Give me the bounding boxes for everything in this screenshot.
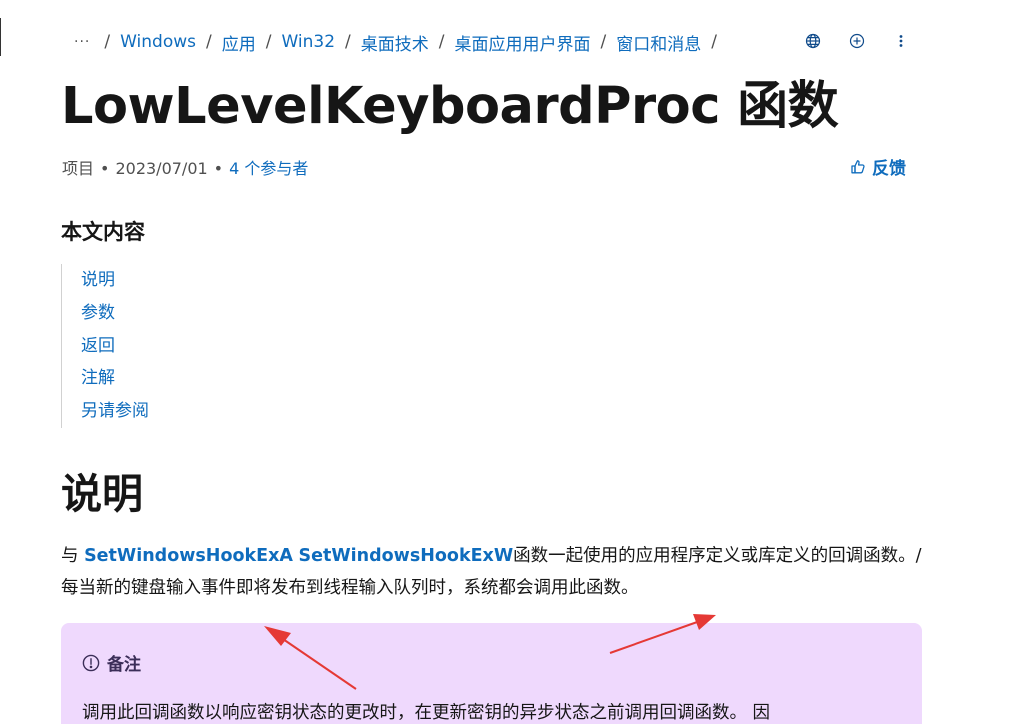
setwindowshookexw-link[interactable]: SetWindowsHookExW <box>299 546 514 566</box>
breadcrumb-item-windows-messages[interactable]: 窗口和消息 <box>616 30 701 55</box>
meta-bullet: • <box>213 159 224 178</box>
page-title: LowLevelKeyboardProc 函数 <box>61 77 839 136</box>
toc-link-see-also[interactable]: 另请参阅 <box>81 401 149 421</box>
toc-item: 参数 <box>81 297 149 330</box>
toc-link-description[interactable]: 说明 <box>81 270 115 290</box>
feedback-button[interactable]: 反馈 <box>850 154 906 179</box>
globe-icon[interactable] <box>802 30 824 52</box>
breadcrumb-separator: / <box>711 32 717 52</box>
note-title-label: 备注 <box>107 655 141 675</box>
top-actions <box>802 30 934 52</box>
article-metadata: 项目 • 2023/07/01 • 4 个参与者 <box>62 155 308 179</box>
desc-prefix: 与 <box>61 546 85 566</box>
toc-link-remarks[interactable]: 注解 <box>81 368 115 388</box>
breadcrumb-item-apps[interactable]: 应用 <box>222 30 256 55</box>
table-of-contents: 说明 参数 返回 注解 另请参阅 <box>61 264 149 428</box>
feedback-label: 反馈 <box>872 159 906 179</box>
breadcrumb-item-desktop-ui[interactable]: 桌面应用用户界面 <box>455 30 591 55</box>
window-edge <box>0 18 1 56</box>
thumbs-up-icon <box>851 159 865 173</box>
section-description: 与 SetWindowsHookExA SetWindowsHookExW函数一… <box>61 540 926 604</box>
breadcrumb-separator: / <box>438 32 445 52</box>
toc-item: 返回 <box>81 330 149 363</box>
breadcrumb-more-button[interactable]: ··· <box>74 34 90 50</box>
setwindowshookexa-link[interactable]: SetWindowsHookExA <box>84 546 293 566</box>
breadcrumb-separator: / <box>345 32 351 52</box>
note-callout: 备注 调用此回调函数以响应密钥状态的更改时，在更新密钥的异步状态之前调用回调函数… <box>61 623 922 724</box>
add-circle-icon[interactable] <box>846 30 868 52</box>
breadcrumb-separator: / <box>265 32 272 52</box>
more-vertical-icon[interactable] <box>890 30 912 52</box>
toc-item: 另请参阅 <box>81 395 149 428</box>
info-circle-icon <box>82 654 100 671</box>
breadcrumb-item-windows[interactable]: Windows <box>120 32 196 52</box>
toc-item: 注解 <box>81 362 149 395</box>
article-date: 2023/07/01 <box>115 159 208 178</box>
meta-bullet: • <box>100 159 110 178</box>
breadcrumb-item-desktop-tech[interactable]: 桌面技术 <box>361 30 429 55</box>
breadcrumb-separator: / <box>600 32 607 52</box>
breadcrumb-item-win32[interactable]: Win32 <box>281 32 335 52</box>
toc-item: 说明 <box>81 264 149 297</box>
toc-link-parameters[interactable]: 参数 <box>81 303 115 323</box>
note-title: 备注 <box>82 650 141 675</box>
breadcrumb-separator: / <box>205 32 212 52</box>
breadcrumb: ··· / Windows / 应用 / Win32 / 桌面技术 / 桌面应用… <box>74 29 727 55</box>
breadcrumb-separator: / <box>104 32 111 52</box>
toc-heading: 本文内容 <box>61 220 145 244</box>
section-title: 说明 <box>61 470 143 518</box>
contributors-link[interactable]: 4 个参与者 <box>229 159 308 178</box>
note-body: 调用此回调函数以响应密钥状态的更改时，在更新密钥的异步状态之前调用回调函数。 因 <box>82 703 771 723</box>
toc-link-return[interactable]: 返回 <box>81 336 115 356</box>
article-type: 项目 <box>62 159 95 178</box>
